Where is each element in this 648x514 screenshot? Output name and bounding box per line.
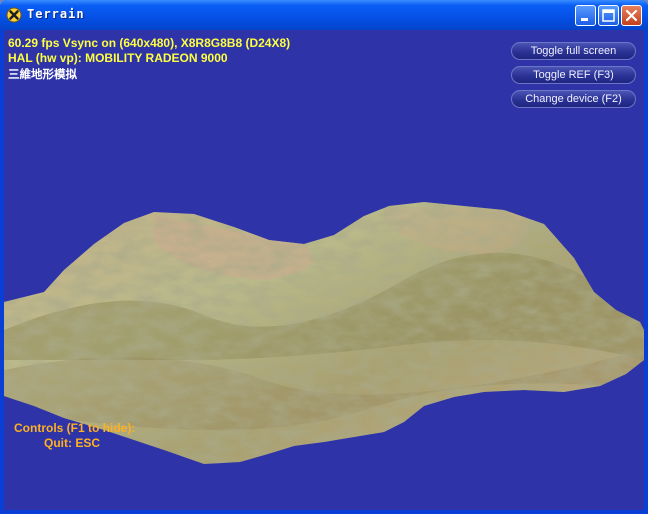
- title-bar[interactable]: Terrain: [0, 0, 648, 30]
- render-viewport[interactable]: 60.29 fps Vsync on (640x480), X8R8G8B8 (…: [4, 30, 644, 510]
- close-button[interactable]: [621, 5, 642, 26]
- toggle-ref-button[interactable]: Toggle REF (F3): [511, 66, 636, 84]
- minimize-icon: [581, 18, 588, 21]
- window-title: Terrain: [27, 7, 85, 21]
- quit-help: Quit: ESC: [44, 436, 100, 450]
- close-icon: [625, 9, 638, 22]
- maximize-button[interactable]: [598, 5, 619, 26]
- directx-x-icon: [6, 7, 22, 23]
- minimize-button[interactable]: [575, 5, 596, 26]
- device-stats: HAL (hw vp): MOBILITY RADEON 9000: [8, 51, 228, 65]
- scene-caption: 三維地形模拟: [8, 69, 77, 81]
- fps-stats: 60.29 fps Vsync on (640x480), X8R8G8B8 (…: [8, 36, 291, 50]
- app-window: Terrain 60.29 fps Vsync on (640x480), X8…: [0, 0, 648, 514]
- change-device-button[interactable]: Change device (F2): [511, 90, 636, 108]
- controls-help: Controls (F1 to hide):: [14, 421, 136, 435]
- maximize-icon: [602, 9, 615, 22]
- toggle-fullscreen-button[interactable]: Toggle full screen: [511, 42, 636, 60]
